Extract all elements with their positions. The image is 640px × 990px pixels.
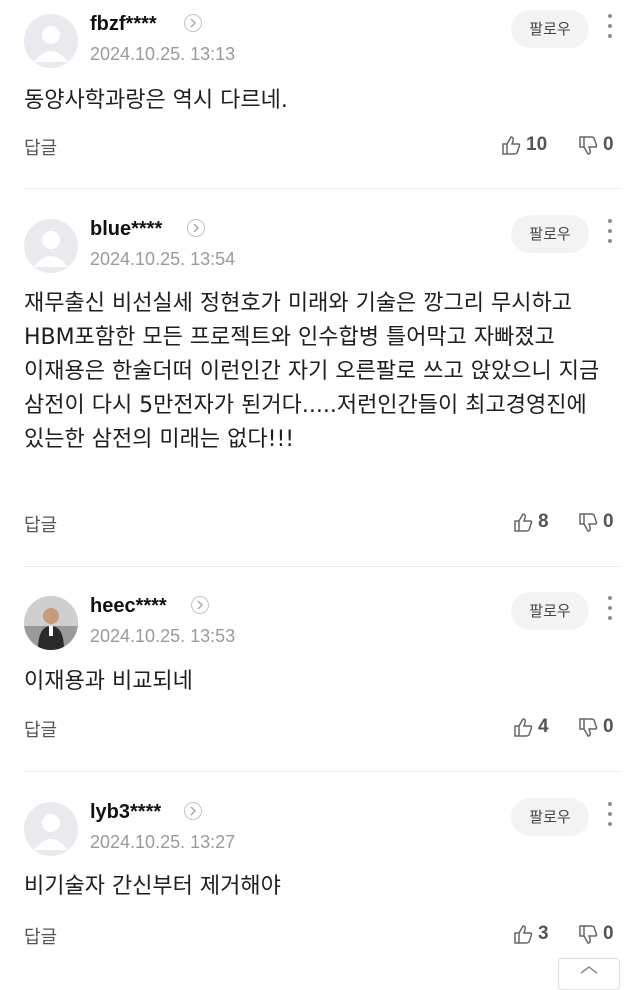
default-avatar-icon (34, 26, 68, 62)
more-vertical-icon[interactable] (605, 219, 615, 247)
thumbs-down-icon (579, 718, 598, 737)
dislike-button[interactable]: 0 (577, 511, 614, 533)
username[interactable]: heec**** (90, 595, 167, 618)
follow-button[interactable]: 팔로우 (511, 10, 589, 48)
dislike-count: 0 (603, 511, 614, 532)
comment-date: 2024.10.25. 13:27 (90, 832, 236, 852)
username[interactable]: blue**** (90, 218, 162, 241)
more-vertical-icon[interactable] (605, 14, 615, 42)
avatar[interactable] (24, 14, 78, 68)
comment-text: 동양사학과랑은 역시 다르네. (24, 88, 288, 113)
avatar[interactable] (24, 802, 78, 856)
reply-button[interactable]: 답글 (24, 134, 57, 160)
like-button[interactable]: 10 (500, 134, 547, 156)
reply-button[interactable]: 답글 (24, 511, 57, 537)
separator (24, 566, 620, 567)
dislike-count: 0 (603, 923, 614, 944)
dislike-button[interactable]: 0 (577, 134, 614, 156)
dislike-count: 0 (603, 134, 614, 155)
follow-button[interactable]: 팔로우 (511, 215, 589, 253)
dislike-button[interactable]: 0 (577, 716, 614, 738)
arrow-up-icon (580, 966, 598, 974)
like-count: 8 (538, 511, 549, 532)
like-count: 10 (526, 134, 548, 155)
thumbs-down-icon (579, 513, 598, 532)
like-count: 4 (538, 716, 549, 737)
thumbs-down-icon (579, 136, 598, 155)
like-button[interactable]: 8 (512, 511, 549, 533)
photo-avatar-icon (24, 596, 78, 650)
more-vertical-icon[interactable] (605, 596, 615, 624)
chevron-right-icon[interactable] (184, 802, 202, 820)
comment-date: 2024.10.25. 13:13 (90, 44, 236, 64)
follow-button[interactable]: 팔로우 (511, 592, 589, 630)
avatar[interactable] (24, 596, 78, 650)
separator (24, 188, 620, 189)
comment-date: 2024.10.25. 13:53 (90, 626, 236, 646)
thumbs-up-icon (502, 136, 521, 155)
thumbs-up-icon (514, 925, 533, 944)
comment-text: 재무출신 비선실세 정현호가 미래와 기술은 깡그리 무시하고 HBM포함한 모… (24, 291, 600, 452)
scroll-top-button[interactable] (558, 958, 620, 990)
chevron-right-icon[interactable] (191, 596, 209, 614)
separator (24, 771, 620, 772)
default-avatar-icon (34, 231, 68, 267)
thumbs-up-icon (514, 718, 533, 737)
comment-text: 이재용과 비교되네 (24, 669, 193, 694)
username[interactable]: lyb3**** (90, 801, 161, 824)
chevron-right-icon[interactable] (184, 14, 202, 32)
default-avatar-icon (34, 814, 68, 850)
follow-button[interactable]: 팔로우 (511, 798, 589, 836)
avatar[interactable] (24, 219, 78, 273)
thumbs-up-icon (514, 513, 533, 532)
chevron-right-icon[interactable] (187, 219, 205, 237)
reply-button[interactable]: 답글 (24, 923, 57, 949)
dislike-button[interactable]: 0 (577, 923, 614, 945)
comment-date: 2024.10.25. 13:54 (90, 249, 236, 269)
like-button[interactable]: 3 (512, 923, 549, 945)
like-button[interactable]: 4 (512, 716, 549, 738)
reply-button[interactable]: 답글 (24, 716, 57, 742)
comment-text: 비기술자 간신부터 제거해야 (24, 874, 281, 899)
more-vertical-icon[interactable] (605, 802, 615, 830)
username[interactable]: fbzf**** (90, 13, 157, 36)
like-count: 3 (538, 923, 549, 944)
dislike-count: 0 (603, 716, 614, 737)
thumbs-down-icon (579, 925, 598, 944)
